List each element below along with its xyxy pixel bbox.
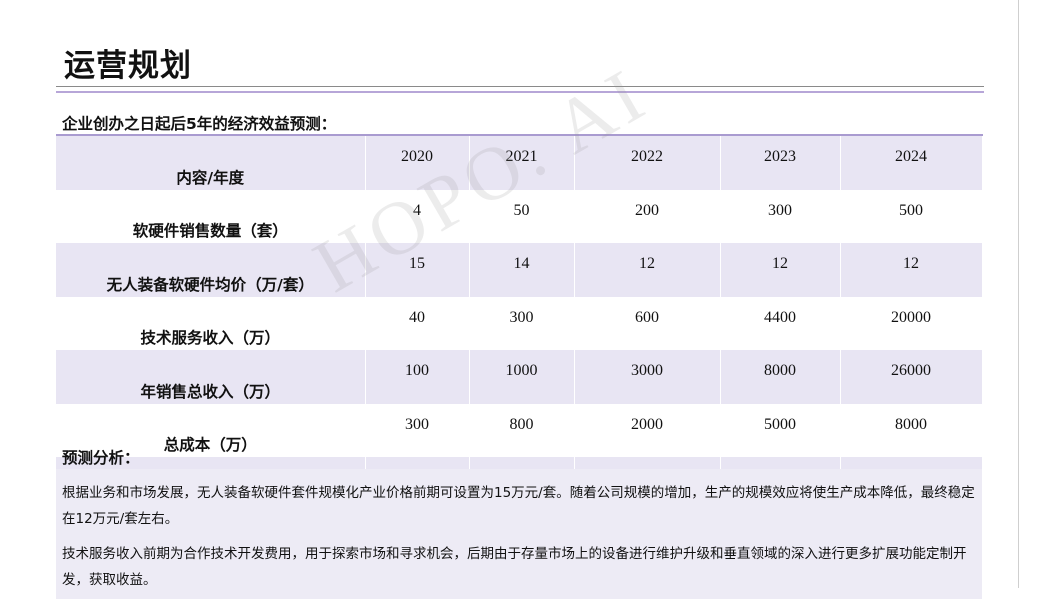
table-cell: 40 bbox=[365, 296, 470, 350]
table-cell: 1000 bbox=[469, 350, 575, 404]
table-cell: 800 bbox=[469, 403, 575, 457]
table-row: 技术服务收入（万） 40 300 600 4400 20000 bbox=[56, 296, 983, 350]
row-label: 年销售总收入（万） bbox=[56, 350, 366, 404]
header-year: 2021 bbox=[469, 135, 575, 190]
table-header-row: 内容/年度 2020 2021 2022 2023 2024 bbox=[56, 135, 983, 190]
header-year: 2024 bbox=[840, 135, 983, 190]
forecast-heading: 企业创办之日起后5年的经济效益预测： bbox=[62, 115, 337, 133]
table-cell: 4400 bbox=[720, 296, 841, 350]
table-cell: 4 bbox=[365, 189, 470, 243]
table-cell: 600 bbox=[574, 296, 721, 350]
analysis-heading: 预测分析： bbox=[62, 449, 140, 467]
analysis-paragraph: 技术服务收入前期为合作技术开发费用，用于探索市场和寻求机会，后期由于存量市场上的… bbox=[62, 546, 967, 588]
page-edge-divider bbox=[1018, 0, 1019, 588]
table-cell: 50 bbox=[469, 189, 575, 243]
analysis-paragraph: 根据业务和市场发展，无人装备软硬件套件规模化产业价格前期可设置为15万元/套。随… bbox=[62, 485, 975, 527]
table-cell: 3000 bbox=[574, 350, 721, 404]
table-cell: 8000 bbox=[840, 403, 983, 457]
table-cell: 500 bbox=[840, 189, 983, 243]
title-divider bbox=[56, 86, 984, 87]
header-year: 2020 bbox=[365, 135, 470, 190]
header-year: 2022 bbox=[574, 135, 721, 190]
table-cell: 12 bbox=[840, 243, 983, 297]
table-cell: 300 bbox=[720, 189, 841, 243]
row-label: 软硬件销售数量（套） bbox=[56, 189, 366, 243]
row-label: 无人装备软硬件均价（万/套） bbox=[56, 243, 366, 297]
table-cell: 200 bbox=[574, 189, 721, 243]
page-title: 运营规划 bbox=[64, 48, 192, 84]
table-cell: 2000 bbox=[574, 403, 721, 457]
table-cell: 300 bbox=[365, 403, 470, 457]
table-cell: 5000 bbox=[720, 403, 841, 457]
table-cell: 100 bbox=[365, 350, 470, 404]
table-cell: 300 bbox=[469, 296, 575, 350]
table-cell: 8000 bbox=[720, 350, 841, 404]
table-cell: 12 bbox=[574, 243, 721, 297]
table-cell: 12 bbox=[720, 243, 841, 297]
table-row: 无人装备软硬件均价（万/套） 15 14 12 12 12 bbox=[56, 243, 983, 297]
table-cell: 20000 bbox=[840, 296, 983, 350]
header-label: 内容/年度 bbox=[56, 135, 366, 190]
row-label: 技术服务收入（万） bbox=[56, 296, 366, 350]
title-accent-divider bbox=[56, 91, 984, 93]
table-row: 年销售总收入（万） 100 1000 3000 8000 26000 bbox=[56, 350, 983, 404]
table-cell: 15 bbox=[365, 243, 470, 297]
table-row: 总成本（万） 300 800 2000 5000 8000 bbox=[56, 403, 983, 457]
table-cell: 14 bbox=[469, 243, 575, 297]
forecast-table: 内容/年度 2020 2021 2022 2023 2024 软硬件销售数量（套… bbox=[56, 134, 983, 511]
table-cell: 26000 bbox=[840, 350, 983, 404]
header-year: 2023 bbox=[720, 135, 841, 190]
table-row: 软硬件销售数量（套） 4 50 200 300 500 bbox=[56, 189, 983, 243]
